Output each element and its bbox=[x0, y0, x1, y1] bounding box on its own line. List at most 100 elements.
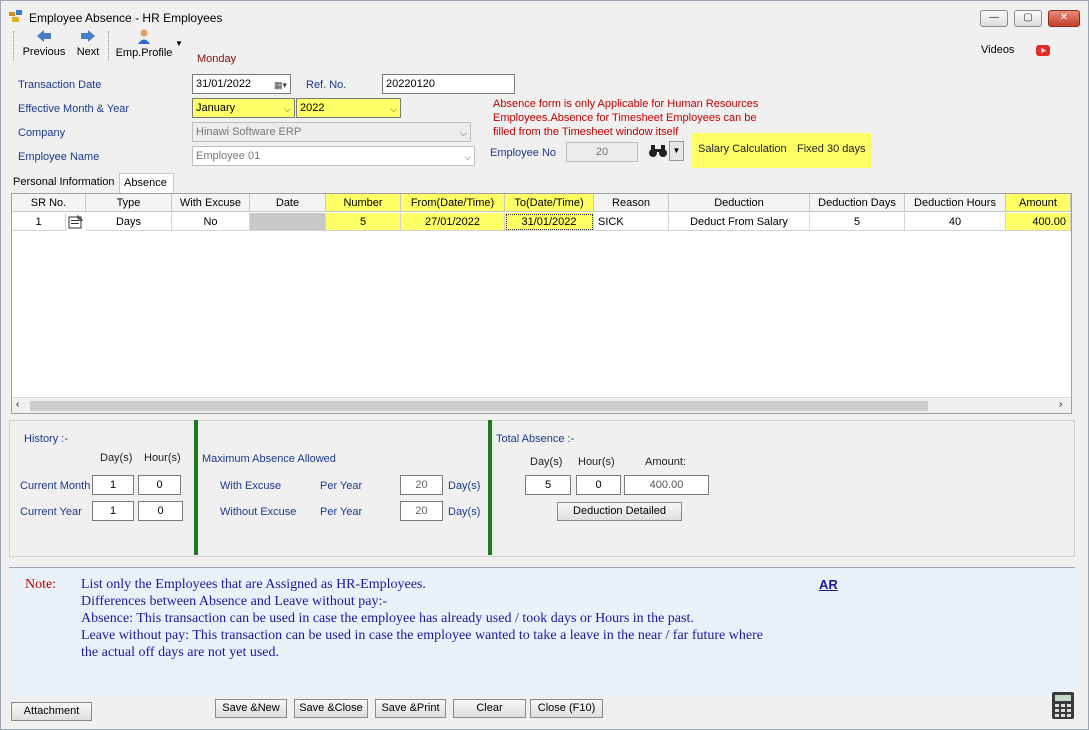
max-absence-title: Maximum Absence Allowed bbox=[202, 453, 336, 465]
tab-absence[interactable]: Absence bbox=[119, 173, 174, 193]
company-value: Hinawi Software ERP bbox=[196, 126, 302, 138]
current-month-hours[interactable]: 0 bbox=[138, 475, 181, 495]
col-header-with-excuse[interactable]: With Excuse bbox=[172, 194, 250, 212]
with-excuse-label: With Excuse bbox=[220, 480, 282, 492]
with-excuse-per-year-label: Per Year bbox=[320, 480, 363, 492]
col-header-type[interactable]: Type bbox=[86, 194, 172, 212]
emp-profile-dropdown-icon[interactable]: ▼ bbox=[175, 39, 183, 48]
total-amount-value[interactable]: 400.00 bbox=[624, 475, 709, 495]
ref-no-input[interactable]: 20220120 bbox=[382, 74, 515, 94]
binoculars-icon[interactable] bbox=[649, 144, 667, 158]
ref-no-label: Ref. No. bbox=[306, 79, 347, 91]
cell-reason[interactable]: SICK bbox=[594, 213, 669, 231]
salary-calculation-value: Fixed 30 days bbox=[797, 143, 866, 155]
col-header-from[interactable]: From(Date/Time) bbox=[401, 194, 505, 212]
maximize-button[interactable]: ▢ bbox=[1014, 10, 1042, 27]
current-year-hours[interactable]: 0 bbox=[138, 501, 183, 521]
employee-no-input[interactable]: 20 bbox=[566, 142, 638, 162]
without-excuse-label: Without Excuse bbox=[220, 506, 297, 518]
transaction-date-picker[interactable]: 31/01/2022 ▦▾ bbox=[192, 74, 291, 94]
cell-amount[interactable]: 400.00 bbox=[1006, 213, 1071, 231]
employee-name-label: Employee Name bbox=[18, 151, 100, 163]
main-window: Employee Absence - HR Employees — ▢ ✕ Pr… bbox=[0, 0, 1089, 730]
save-new-button[interactable]: Save &New bbox=[215, 699, 287, 718]
toolbar-grip bbox=[13, 31, 14, 61]
company-select[interactable]: Hinawi Software ERP ⌵ bbox=[192, 122, 471, 142]
col-header-deduction-days[interactable]: Deduction Days bbox=[810, 194, 905, 212]
notice-line-2: Employees.Absence for Timesheet Employee… bbox=[493, 112, 757, 124]
user-icon bbox=[138, 29, 150, 44]
search-dropdown-icon[interactable]: ▼ bbox=[669, 141, 684, 161]
year-value: 2022 bbox=[300, 102, 325, 114]
without-excuse-max-days[interactable]: 20 bbox=[400, 501, 443, 521]
current-year-label: Current Year bbox=[20, 506, 82, 518]
toolbar-separator bbox=[108, 31, 109, 61]
total-days-value[interactable]: 5 bbox=[525, 475, 571, 495]
cell-with-excuse[interactable]: No bbox=[172, 213, 250, 231]
history-hours-label: Hour(s) bbox=[144, 452, 181, 464]
day-label: Monday bbox=[197, 53, 237, 65]
col-header-reason[interactable]: Reason bbox=[594, 194, 669, 212]
chevron-down-icon: ⌵ bbox=[390, 104, 397, 114]
calculator-icon[interactable] bbox=[1052, 692, 1074, 719]
total-absence-title: Total Absence :- bbox=[496, 433, 575, 445]
note-line-1: List only the Employees that are Assigne… bbox=[81, 577, 426, 592]
deduction-detailed-button[interactable]: Deduction Detailed bbox=[557, 502, 682, 521]
cell-type[interactable]: Days bbox=[86, 213, 172, 231]
absence-grid: SR No. Type With Excuse Date Number From… bbox=[11, 193, 1072, 414]
save-print-button[interactable]: Save &Print bbox=[375, 699, 446, 718]
col-header-number[interactable]: Number bbox=[326, 194, 401, 212]
note-line-3: Absence: This transaction can be used in… bbox=[81, 611, 694, 626]
scroll-right-icon[interactable]: › bbox=[1059, 399, 1062, 410]
col-header-date[interactable]: Date bbox=[250, 194, 326, 212]
without-excuse-per-year-label: Per Year bbox=[320, 506, 363, 518]
col-header-sr-no[interactable]: SR No. bbox=[12, 194, 86, 212]
videos-link[interactable]: Videos bbox=[981, 44, 1014, 56]
month-select[interactable]: January ⌵ bbox=[192, 98, 295, 118]
calendar-dropdown-icon[interactable]: ▦▾ bbox=[274, 78, 287, 92]
cell-deduction[interactable]: Deduct From Salary bbox=[669, 213, 810, 231]
col-header-amount[interactable]: Amount bbox=[1006, 194, 1071, 212]
col-header-to[interactable]: To(Date/Time) bbox=[505, 194, 594, 212]
transaction-date-label: Transaction Date bbox=[18, 79, 102, 91]
scroll-left-icon[interactable]: ‹ bbox=[16, 399, 19, 410]
cell-date[interactable] bbox=[250, 213, 326, 231]
title-bar: Employee Absence - HR Employees — ▢ ✕ bbox=[1, 1, 1088, 31]
horizontal-scrollbar[interactable]: ‹ › bbox=[12, 397, 1071, 413]
minimize-button[interactable]: — bbox=[980, 10, 1008, 27]
cell-deduction-hours[interactable]: 40 bbox=[905, 213, 1006, 231]
cell-from[interactable]: 27/01/2022 bbox=[401, 213, 505, 231]
edit-row-icon[interactable] bbox=[68, 215, 84, 229]
employee-name-select[interactable]: Employee 01 ⌵ bbox=[192, 146, 475, 166]
effective-month-year-label: Effective Month & Year bbox=[18, 103, 130, 115]
col-header-deduction-hours[interactable]: Deduction Hours bbox=[905, 194, 1006, 212]
youtube-icon[interactable] bbox=[1036, 45, 1050, 56]
next-button[interactable]: Next bbox=[73, 29, 103, 58]
close-button[interactable]: Close (F10) bbox=[530, 699, 603, 718]
current-year-days[interactable]: 1 bbox=[92, 501, 134, 521]
cell-number[interactable]: 5 bbox=[326, 213, 401, 231]
current-month-label: Current Month bbox=[20, 480, 91, 492]
tab-personal-information[interactable]: Personal Information bbox=[9, 173, 119, 193]
current-month-days[interactable]: 1 bbox=[92, 475, 134, 495]
cell-to[interactable]: 31/01/2022 bbox=[505, 213, 594, 231]
emp-profile-button[interactable]: Emp.Profile bbox=[113, 29, 175, 59]
attachment-button[interactable]: Attachment bbox=[11, 702, 92, 721]
save-close-button[interactable]: Save &Close bbox=[294, 699, 368, 718]
with-excuse-days-unit: Day(s) bbox=[448, 480, 481, 492]
year-select[interactable]: 2022 ⌵ bbox=[296, 98, 401, 118]
history-title: History :- bbox=[24, 433, 68, 445]
close-window-button[interactable]: ✕ bbox=[1048, 10, 1080, 27]
cell-deduction-days[interactable]: 5 bbox=[810, 213, 905, 231]
scrollbar-thumb[interactable] bbox=[30, 401, 928, 411]
cell-sr-no[interactable]: 1 bbox=[12, 213, 66, 231]
panel-divider bbox=[488, 420, 492, 555]
transaction-date-value: 31/01/2022 bbox=[196, 78, 252, 90]
ar-link[interactable]: AR bbox=[819, 577, 838, 592]
chevron-down-icon: ⌵ bbox=[460, 128, 467, 138]
previous-button[interactable]: Previous bbox=[19, 29, 69, 58]
clear-button[interactable]: Clear bbox=[453, 699, 526, 718]
col-header-deduction[interactable]: Deduction bbox=[669, 194, 810, 212]
with-excuse-max-days[interactable]: 20 bbox=[400, 475, 443, 495]
total-hours-value[interactable]: 0 bbox=[576, 475, 621, 495]
